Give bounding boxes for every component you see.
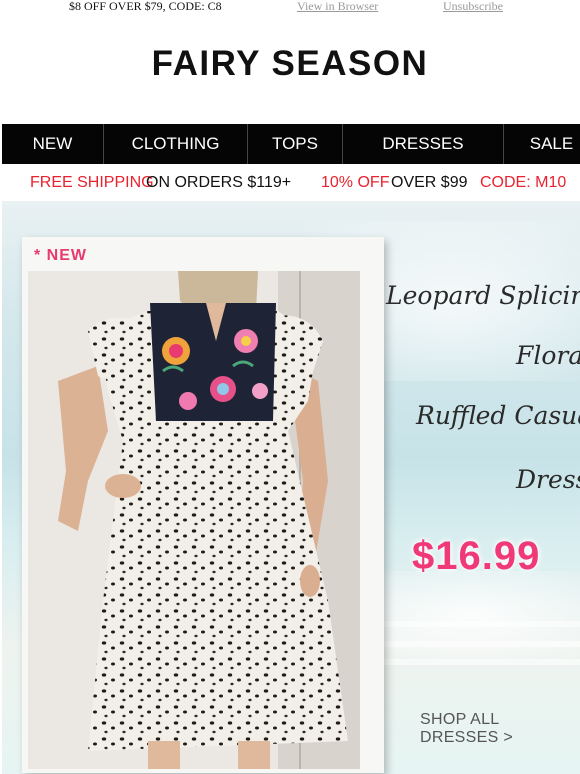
background-stripe (382, 641, 580, 647)
discount-threshold: OVER $99 (391, 174, 468, 191)
hero-title-line-2: Flora (516, 341, 580, 370)
free-shipping-threshold: ON ORDERS $119+ (146, 174, 292, 191)
product-photo-card[interactable]: * NEW (22, 237, 384, 773)
hero-title-line-1: Leopard Splicing (386, 281, 580, 310)
new-badge: * NEW (34, 247, 87, 264)
background-stripe (362, 659, 580, 665)
nav-item-tops[interactable]: TOPS (248, 124, 342, 164)
free-shipping-text: FREE SHIPPING (30, 174, 154, 191)
hero-title-line-3: Ruffled Casua (416, 401, 580, 430)
discount-text: 10% OFF (321, 174, 390, 191)
discount-code: CODE: M10 (480, 174, 567, 191)
nav-item-new[interactable]: NEW (2, 124, 103, 164)
brand-logo[interactable]: FAIRY SEASON (0, 44, 580, 84)
view-in-browser-link[interactable]: View in Browser (297, 0, 378, 12)
product-photo[interactable] (28, 271, 360, 769)
nav-item-dresses[interactable]: DRESSES (343, 124, 503, 164)
background-stripe (362, 621, 580, 627)
unsubscribe-link[interactable]: Unsubscribe (443, 0, 503, 12)
top-promo-text: $8 OFF OVER $79, CODE: C8 (69, 0, 222, 13)
dress-model-illustration (28, 271, 360, 769)
email-top-bar: $8 OFF OVER $79, CODE: C8 View in Browse… (0, 0, 580, 14)
shipping-promo-bar[interactable]: FREE SHIPPING ON ORDERS $119+ 10% OFF OV… (0, 172, 580, 194)
hero-title-line-4: Dress (516, 465, 580, 494)
nav-item-sale[interactable]: SALE (504, 124, 580, 164)
hero-banner[interactable]: * NEW Leopard Splici Flora Ruffled Casua… (2, 201, 580, 774)
product-price: $16.99 (412, 534, 541, 578)
main-nav: NEW CLOTHING TOPS DRESSES SALE (2, 124, 580, 164)
nav-item-clothing[interactable]: CLOTHING (104, 124, 247, 164)
shop-all-dresses-link[interactable]: SHOP ALL DRESSES > (420, 711, 580, 747)
